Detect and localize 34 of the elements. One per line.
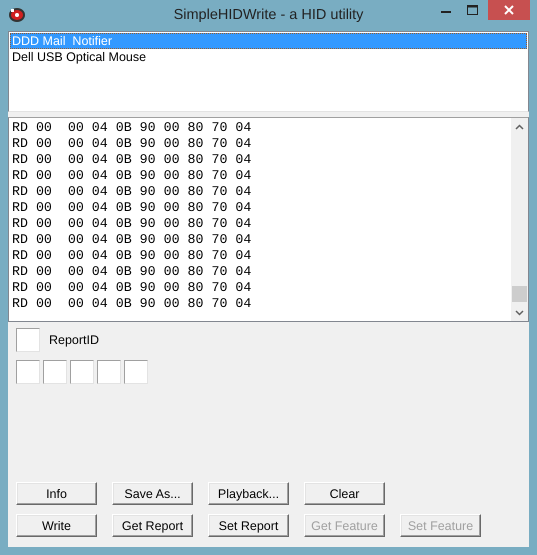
byte-field[interactable] <box>16 360 40 384</box>
log-line: RD 00 00 04 0B 90 00 80 70 04 <box>12 152 252 168</box>
log-line: RD 00 00 04 0B 90 00 80 70 04 <box>12 168 252 184</box>
action-button[interactable]: Write <box>16 514 97 537</box>
byte-field[interactable] <box>97 360 121 384</box>
action-button[interactable]: Save As... <box>112 482 193 505</box>
action-button[interactable]: Set Report <box>208 514 289 537</box>
log-line: RD 00 00 04 0B 90 00 80 70 04 <box>12 216 252 232</box>
window-title: SimpleHIDWrite - a HID utility <box>174 7 364 23</box>
log-line: RD 00 00 04 0B 90 00 80 70 04 <box>12 136 252 152</box>
action-button[interactable]: Clear <box>304 482 385 505</box>
log-line: RD 00 00 04 0B 90 00 80 70 04 <box>12 264 252 280</box>
log-line: RD 00 00 04 0B 90 00 80 70 04 <box>12 248 252 264</box>
log-line: RD 00 00 04 0B 90 00 80 70 04 <box>12 296 252 312</box>
report-id-field[interactable] <box>16 328 40 352</box>
byte-field[interactable] <box>124 360 148 384</box>
log-line: RD 00 00 04 0B 90 00 80 70 04 <box>12 280 252 296</box>
action-button[interactable]: Get Report <box>112 514 193 537</box>
app-icon <box>8 7 26 23</box>
action-button[interactable]: Playback... <box>208 482 289 505</box>
scrollbar[interactable] <box>511 118 528 321</box>
close-button[interactable] <box>488 0 530 20</box>
byte-field[interactable] <box>43 360 67 384</box>
log-line: RD 00 00 04 0B 90 00 80 70 04 <box>12 200 252 216</box>
report-id-label: ReportID <box>49 333 100 347</box>
log-line: RD 00 00 04 0B 90 00 80 70 04 <box>12 232 252 248</box>
close-icon <box>504 5 514 15</box>
action-button[interactable]: Info <box>16 482 97 505</box>
maximize-icon <box>466 5 478 15</box>
log-line: RD 00 00 04 0B 90 00 80 70 04 <box>12 184 252 200</box>
device-item[interactable]: Dell USB Optical Mouse <box>10 49 527 65</box>
scrollbar-thumb[interactable] <box>512 286 527 302</box>
log-line: RD 00 00 04 0B 90 00 80 70 04 <box>12 120 252 136</box>
byte-field[interactable] <box>70 360 94 384</box>
